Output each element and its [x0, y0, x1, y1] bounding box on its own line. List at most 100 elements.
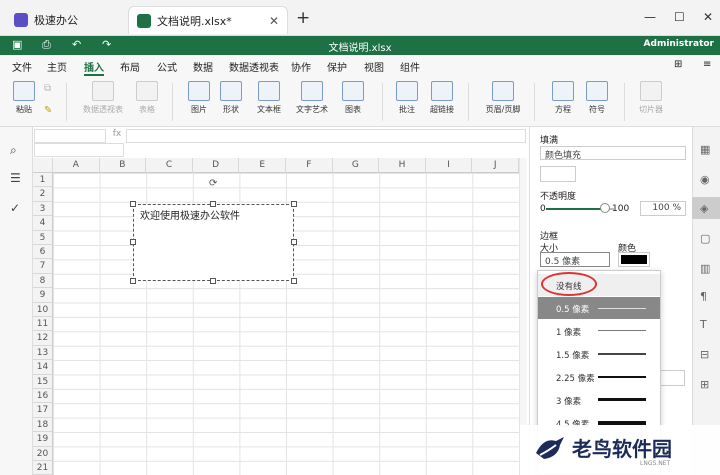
format-painter-icon[interactable]: ✎	[44, 105, 52, 116]
column-header[interactable]: E	[239, 158, 286, 173]
menu-formula[interactable]: 公式	[157, 59, 177, 74]
border-size-select[interactable]: 0.5 像素	[540, 252, 610, 267]
row-header[interactable]: 12	[33, 331, 53, 346]
row-header[interactable]: 2	[33, 187, 53, 202]
dropdown-item[interactable]: 3 像素	[538, 389, 660, 411]
hyperlink-button[interactable]: 超链接	[428, 81, 456, 115]
paste-button[interactable]: 粘贴	[10, 81, 38, 115]
dropdown-item[interactable]: 1.5 像素	[538, 343, 660, 365]
resize-handle[interactable]	[291, 201, 297, 207]
column-header[interactable]: B	[99, 158, 147, 173]
menu-file[interactable]: 文件	[12, 59, 32, 74]
chart-button[interactable]: 图表	[340, 81, 366, 115]
row-header[interactable]: 5	[33, 230, 53, 245]
resize-handle[interactable]	[210, 278, 216, 284]
new-tab-button[interactable]: +	[296, 8, 310, 28]
maximize-icon[interactable]: ☐	[674, 10, 685, 24]
dropdown-item-selected[interactable]: 0.5 像素	[538, 297, 660, 319]
user-name[interactable]: Administrator	[644, 39, 714, 49]
row-header[interactable]: 4	[33, 216, 53, 231]
row-header[interactable]: 11	[33, 317, 53, 332]
column-header[interactable]: F	[286, 158, 333, 173]
dropdown-item[interactable]: 2.25 像素	[538, 366, 660, 388]
slicer-button[interactable]: 切片器	[636, 81, 666, 115]
row-header[interactable]: 7	[33, 259, 53, 274]
rotate-handle-icon[interactable]: ⟳	[209, 178, 217, 189]
minimize-icon[interactable]: —	[644, 10, 656, 24]
fill-color-picker[interactable]	[540, 166, 576, 182]
comment-panel-icon[interactable]: ☰	[10, 171, 21, 185]
close-window-icon[interactable]: ✕	[703, 10, 713, 24]
row-header[interactable]: 10	[33, 302, 53, 317]
resize-handle[interactable]	[130, 278, 136, 284]
slicer-settings-icon[interactable]: ⊞	[700, 378, 709, 391]
menu-collaborate[interactable]: 协作	[291, 59, 311, 74]
symbol-button[interactable]: 符号	[584, 81, 610, 115]
formula-input[interactable]	[126, 129, 526, 143]
more-menu-icon[interactable]: ≡	[703, 59, 711, 70]
image-settings-icon[interactable]: ◉	[700, 173, 710, 186]
column-header[interactable]: H	[379, 158, 426, 173]
textbox-settings-icon[interactable]: ▢	[700, 232, 710, 245]
dropdown-item[interactable]: 1 像素	[538, 320, 660, 342]
pivot-table-button[interactable]: 数据透视表	[80, 81, 126, 115]
image-button[interactable]: 图片	[186, 81, 212, 115]
column-header[interactable]: C	[146, 158, 193, 173]
equation-button[interactable]: 方程	[550, 81, 576, 115]
row-header[interactable]: 16	[33, 389, 53, 404]
copy-icon[interactable]: ⧉	[44, 83, 51, 94]
opacity-slider-knob[interactable]	[600, 203, 610, 213]
row-header[interactable]: 17	[33, 403, 53, 418]
search-icon[interactable]: ⌕	[10, 143, 17, 158]
tab-home[interactable]: 极速办公	[6, 6, 126, 34]
function-icon[interactable]: fx	[110, 129, 124, 143]
column-header[interactable]: J	[472, 158, 519, 173]
menu-view[interactable]: 视图	[364, 59, 384, 74]
column-header[interactable]: G	[332, 158, 380, 173]
resize-handle[interactable]	[130, 201, 136, 207]
chart-settings-icon[interactable]: ▥	[700, 262, 710, 275]
row-header[interactable]: 21	[33, 461, 53, 475]
border-color-picker[interactable]	[618, 252, 650, 267]
row-header[interactable]: 18	[33, 417, 53, 433]
row-header[interactable]: 9	[33, 288, 53, 303]
text-box-content[interactable]: 欢迎使用极速办公软件	[140, 207, 240, 222]
row-header[interactable]: 13	[33, 345, 53, 361]
row-header[interactable]: 8	[33, 273, 53, 289]
menu-pivot-table[interactable]: 数据透视表	[229, 59, 279, 74]
text-art-button[interactable]: 文字艺术	[292, 81, 332, 115]
spell-check-icon[interactable]: ✓	[10, 201, 20, 215]
column-header[interactable]: A	[53, 158, 100, 173]
resize-handle[interactable]	[130, 239, 136, 245]
row-header[interactable]: 14	[33, 360, 53, 375]
resize-handle[interactable]	[291, 278, 297, 284]
opacity-slider-track[interactable]	[546, 208, 604, 210]
pivot-settings-icon[interactable]: ⊟	[700, 348, 709, 361]
table-button[interactable]: 表格	[134, 81, 160, 115]
menu-protect[interactable]: 保护	[327, 59, 347, 74]
row-header[interactable]: 1	[33, 173, 53, 188]
column-header[interactable]: I	[425, 158, 473, 173]
header-footer-button[interactable]: 页眉/页脚	[482, 81, 524, 115]
textbox-button[interactable]: 文本框	[254, 81, 284, 115]
fill-type-select[interactable]: 颜色填充	[540, 146, 686, 161]
name-box[interactable]	[34, 129, 106, 143]
shape-settings-icon[interactable]: ◈	[700, 202, 708, 215]
menu-layout[interactable]: 布局	[120, 59, 140, 74]
row-header[interactable]: 3	[33, 201, 53, 217]
cell-settings-icon[interactable]: ▦	[700, 143, 710, 156]
comment-button[interactable]: 批注	[394, 81, 420, 115]
open-folder-icon[interactable]: ⊞	[674, 59, 682, 70]
select-all-corner[interactable]	[33, 158, 53, 173]
menu-insert[interactable]: 插入	[84, 59, 104, 74]
menu-home[interactable]: 主页	[47, 59, 67, 74]
opacity-input[interactable]: 100 %	[640, 201, 686, 216]
resize-handle[interactable]	[291, 239, 297, 245]
menu-data[interactable]: 数据	[193, 59, 213, 74]
column-header[interactable]: D	[192, 158, 240, 173]
shape-button[interactable]: 形状	[218, 81, 244, 115]
row-header[interactable]: 15	[33, 374, 53, 389]
row-header[interactable]: 20	[33, 446, 53, 461]
paragraph-settings-icon[interactable]: ¶	[700, 290, 707, 303]
menu-plugins[interactable]: 组件	[400, 59, 420, 74]
